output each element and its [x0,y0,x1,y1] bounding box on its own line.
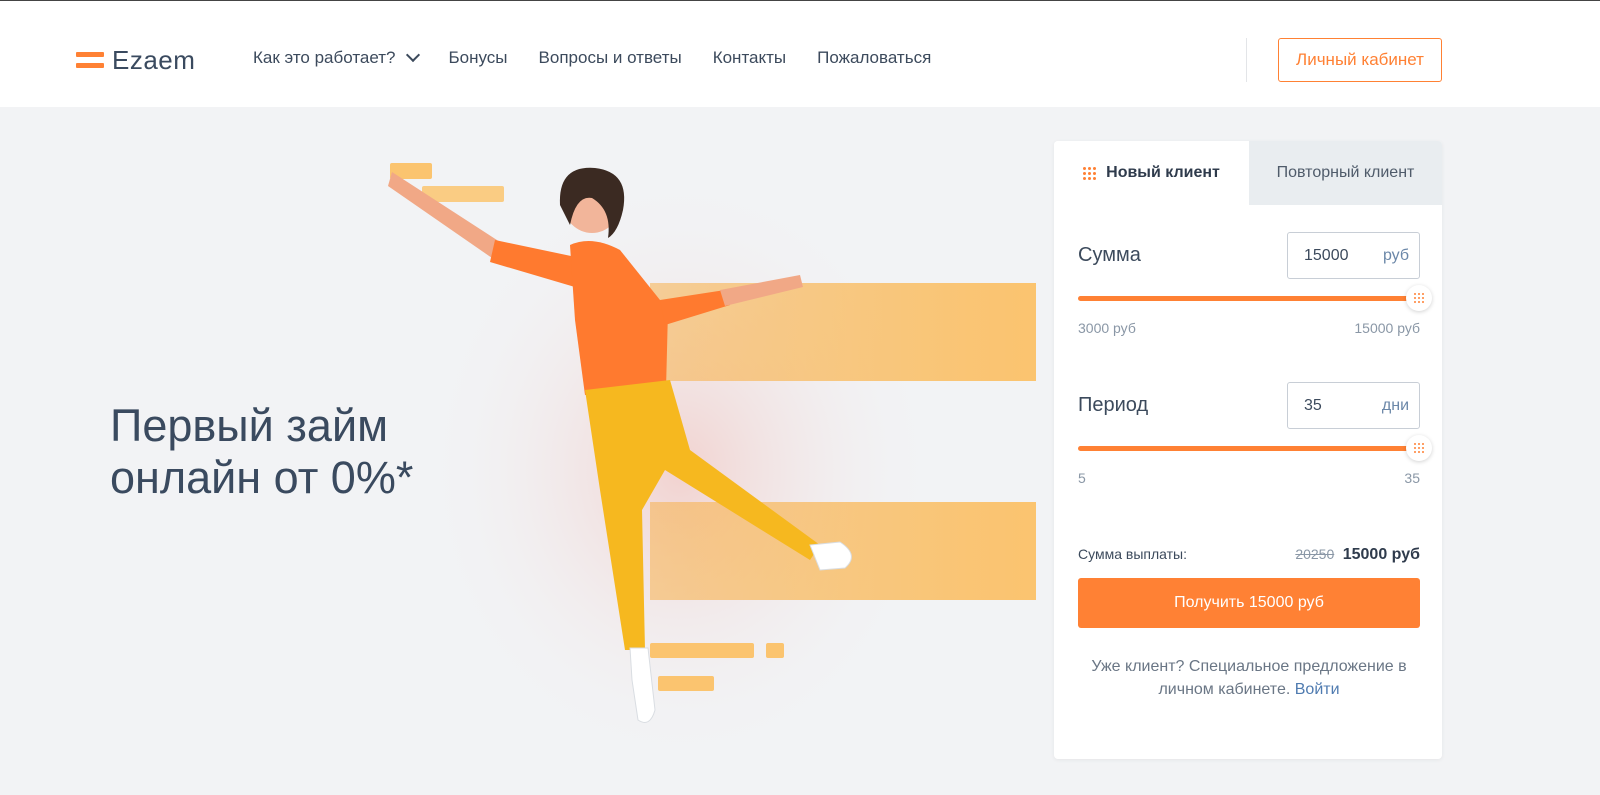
get-loan-button[interactable]: Получить 15000 руб [1078,578,1420,628]
hero-title-line: Первый займ [110,400,389,451]
amount-value: 15000 [1304,246,1349,264]
payout-new-value: 15000 руб [1342,546,1420,563]
chevron-down-icon [405,47,420,63]
site-header: Ezaem Как это работает? Бонусы Вопросы и… [0,0,1600,107]
amount-unit: руб [1382,246,1409,264]
loan-calculator: Новый клиент Повторный клиент Сумма 1500… [1054,141,1442,759]
payout-old-value: 20250 [1295,546,1335,562]
nav-item-label: Как это работает? [253,48,396,67]
client-note-text: Уже клиент? Специальное предложение в ли… [1091,658,1407,698]
amount-slider[interactable] [1078,285,1432,311]
period-input[interactable]: 35 дни [1287,382,1420,429]
payout-values: 20250 15000 руб [1295,546,1420,564]
amount-input[interactable]: 15000 руб [1287,232,1420,279]
nav-item-how-it-works[interactable]: Как это работает? [253,47,420,68]
existing-client-note: Уже клиент? Специальное предложение в ли… [1078,655,1420,701]
client-tabs: Новый клиент Повторный клиент [1054,141,1442,205]
period-label: Период [1078,394,1149,416]
tab-label: Повторный клиент [1276,164,1415,181]
period-unit: дни [1381,396,1409,414]
period-value: 35 [1304,396,1322,414]
amount-slider-handle[interactable] [1406,285,1432,311]
payout-label: Сумма выплаты: [1078,546,1187,562]
tab-label: Новый клиент [1106,164,1220,181]
period-min-label: 5 [1078,470,1086,486]
nav-item-label: Вопросы и ответы [538,48,682,67]
amount-min-label: 3000 руб [1078,320,1136,336]
hero-title-line: онлайн от 0%* [110,452,414,503]
tab-new-client[interactable]: Новый клиент [1054,141,1249,205]
nav-item-label: Бонусы [448,48,508,67]
header-divider [1246,38,1247,82]
amount-max-label: 15000 руб [1354,320,1420,336]
logo-text: Ezaem [112,44,196,75]
payout-summary: Сумма выплаты: 20250 15000 руб [1078,546,1420,564]
period-field: Период 35 дни 5 35 [1078,382,1432,492]
nav-item-contacts[interactable]: Контакты [713,48,786,68]
nav-item-complain[interactable]: Пожаловаться [817,48,931,68]
nav-item-label: Пожаловаться [817,48,932,67]
hero-title: Первый займ онлайн от 0%* [110,400,413,504]
personal-cabinet-button[interactable]: Личный кабинет [1278,38,1442,82]
period-slider-handle[interactable] [1406,435,1432,461]
main-nav: Как это работает? Бонусы Вопросы и ответ… [253,47,962,68]
tab-repeat-client[interactable]: Повторный клиент [1249,141,1442,205]
grip-icon [1083,166,1097,180]
login-link[interactable]: Войти [1295,681,1340,698]
nav-item-bonuses[interactable]: Бонусы [449,48,508,68]
nav-item-faq[interactable]: Вопросы и ответы [539,48,682,68]
amount-label: Сумма [1078,244,1141,266]
grip-icon [1414,293,1424,303]
period-slider[interactable] [1078,435,1432,461]
hero-illustration [388,163,1036,770]
logo[interactable]: Ezaem [76,45,195,75]
nav-item-label: Контакты [712,48,787,67]
amount-field: Сумма 15000 руб 3000 руб 15000 руб [1078,232,1432,342]
grip-icon [1414,443,1424,453]
period-max-label: 35 [1404,470,1420,486]
logo-mark-icon [76,49,104,71]
